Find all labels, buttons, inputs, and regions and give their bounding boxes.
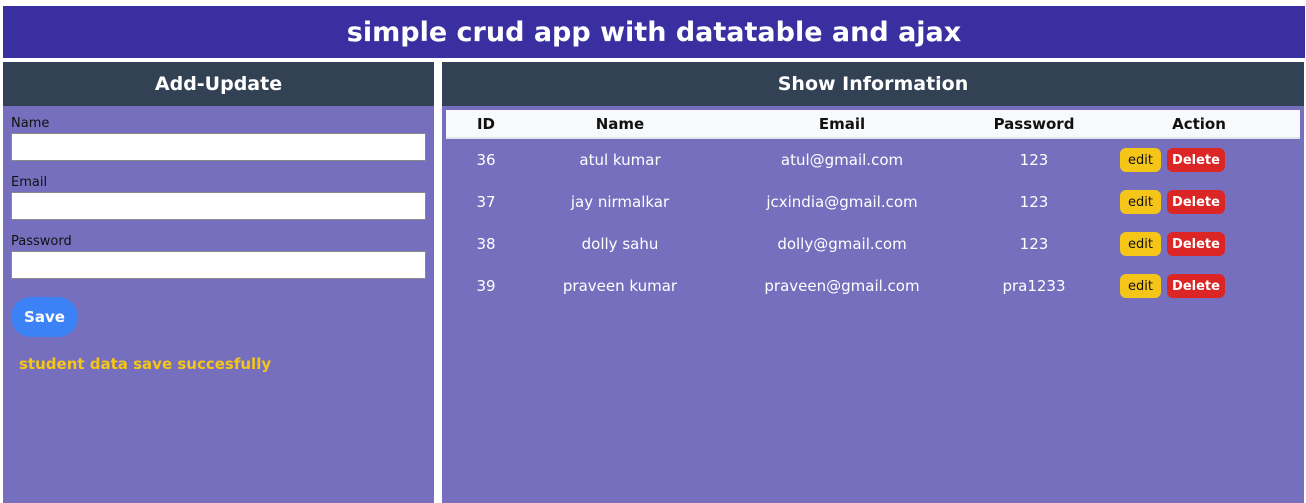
student-form: Name Email Password Save student data sa… <box>3 106 434 373</box>
column-header-name[interactable]: Name <box>526 110 714 139</box>
edit-button[interactable]: edit <box>1120 232 1161 256</box>
cell-email: dolly@gmail.com <box>777 235 907 253</box>
name-field[interactable] <box>11 133 426 161</box>
cell-name: jay nirmalkar <box>570 193 670 211</box>
cell-password: 123 <box>1019 151 1049 169</box>
table-row: 36 atul kumar atul@gmail.com 123 edit Del… <box>446 138 1300 181</box>
cell-password: pra1233 <box>1002 277 1066 295</box>
column-header-id[interactable]: ID <box>446 110 526 139</box>
password-label: Password <box>11 234 72 249</box>
add-update-panel: Add-Update Name Email Password Save stud… <box>3 62 434 503</box>
cell-password: 123 <box>1019 193 1049 211</box>
add-update-heading: Add-Update <box>3 62 434 106</box>
column-header-action: Action <box>1098 110 1300 139</box>
password-field[interactable] <box>11 251 426 279</box>
table-head: ID Name Email Password Action <box>446 110 1300 139</box>
student-table: ID Name Email Password Action 36 atul ku… <box>446 110 1300 307</box>
cell-id: 39 <box>476 277 496 295</box>
save-button[interactable]: Save <box>11 297 78 337</box>
cell-action: edit Delete <box>1098 138 1300 181</box>
cell-password: 123 <box>1019 235 1049 253</box>
email-label: Email <box>11 175 48 190</box>
edit-button[interactable]: edit <box>1120 148 1161 172</box>
cell-email: atul@gmail.com <box>780 151 904 169</box>
table-header-row: ID Name Email Password Action <box>446 110 1300 139</box>
table-row: 39 praveen kumar praveen@gmail.com pra12… <box>446 265 1300 307</box>
cell-action: edit Delete <box>1098 223 1300 265</box>
delete-button[interactable]: Delete <box>1167 148 1225 172</box>
cell-email: praveen@gmail.com <box>764 277 920 295</box>
status-message: student data save succesfully <box>19 355 272 373</box>
column-header-email[interactable]: Email <box>714 110 970 139</box>
cell-name: atul kumar <box>579 151 661 169</box>
delete-button[interactable]: Delete <box>1167 274 1225 298</box>
cell-action: edit Delete <box>1098 181 1300 223</box>
edit-button[interactable]: edit <box>1120 274 1161 298</box>
table-row: 38 dolly sahu dolly@gmail.com 123 edit De… <box>446 223 1300 265</box>
delete-button[interactable]: Delete <box>1167 190 1225 214</box>
cell-id: 37 <box>476 193 496 211</box>
app-title: simple crud app with datatable and ajax <box>3 6 1305 58</box>
cell-name: dolly sahu <box>581 235 659 253</box>
cell-name: praveen kumar <box>562 277 678 295</box>
show-information-heading: Show Information <box>442 62 1304 106</box>
edit-button[interactable]: edit <box>1120 190 1161 214</box>
cell-email: jcxindia@gmail.com <box>766 193 918 211</box>
data-table-wrapper: ID Name Email Password Action 36 atul ku… <box>442 106 1304 307</box>
email-field[interactable] <box>11 192 426 220</box>
cell-id: 38 <box>476 235 496 253</box>
table-body: 36 atul kumar atul@gmail.com 123 edit Del… <box>446 138 1300 307</box>
column-header-password[interactable]: Password <box>970 110 1098 139</box>
table-row: 37 jay nirmalkar jcxindia@gmail.com 123 … <box>446 181 1300 223</box>
show-information-panel: Show Information ID Name Email Password … <box>442 62 1304 503</box>
cell-id: 36 <box>476 151 496 169</box>
name-label: Name <box>11 116 50 131</box>
cell-action: edit Delete <box>1098 265 1300 307</box>
delete-button[interactable]: Delete <box>1167 232 1225 256</box>
